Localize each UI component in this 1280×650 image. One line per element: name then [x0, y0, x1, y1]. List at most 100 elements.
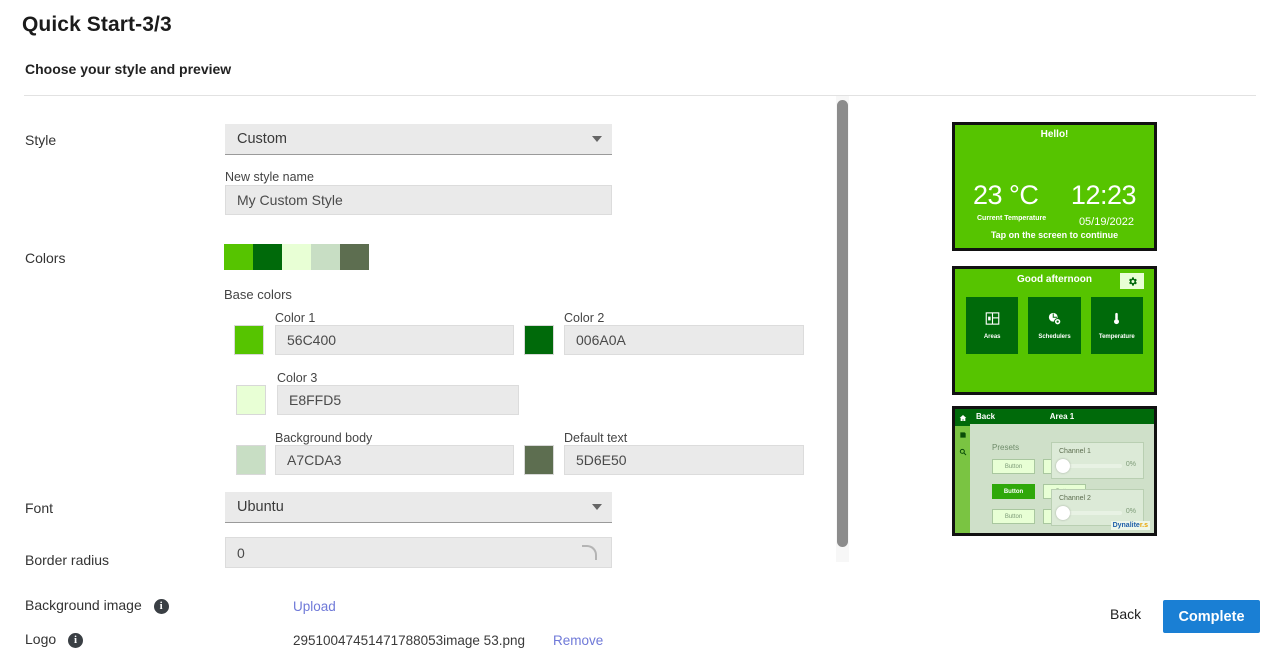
color-3-swatch[interactable] [236, 385, 266, 415]
color-2-swatch[interactable] [524, 325, 554, 355]
preview-preset-button[interactable]: Button [992, 509, 1035, 524]
background-image-label-text: Background image [25, 597, 142, 613]
default-text-value: 5D6E50 [576, 452, 795, 468]
complete-button[interactable]: Complete [1163, 600, 1260, 633]
border-radius-value: 0 [237, 545, 582, 561]
palette-swatch-1 [224, 244, 253, 270]
preview-slider-knob[interactable] [1056, 506, 1070, 520]
preview-settings-button[interactable] [1120, 273, 1144, 289]
preview-area-screen: Back Area 1 Presets Button Button Button… [952, 406, 1157, 536]
colors-label: Colors [25, 250, 65, 266]
page-title: Quick Start-3/3 [22, 13, 172, 37]
preview-tile-list: Areas Schedulers Temperature [966, 297, 1143, 354]
preview-tile-schedulers[interactable]: Schedulers [1028, 297, 1080, 354]
preview-slider-knob[interactable] [1056, 459, 1070, 473]
back-button[interactable]: Back [1110, 606, 1141, 622]
color-3-input[interactable]: E8FFD5 [277, 385, 519, 415]
preview-tile-label: Schedulers [1038, 334, 1070, 340]
background-image-label: Background image i [25, 597, 169, 614]
preview-area-topbar: Back Area 1 [970, 409, 1154, 424]
preview-presets-label: Presets [992, 443, 1019, 452]
preview-sidebar [955, 409, 970, 533]
home-icon[interactable] [955, 409, 970, 426]
brand-suffix: r.s [1140, 522, 1148, 529]
palette-swatch-2 [253, 244, 282, 270]
preview-channel-label: Channel 1 [1059, 448, 1091, 455]
chevron-down-icon [592, 136, 602, 142]
color-palette [224, 244, 369, 270]
loading-arc [0, 0, 14, 14]
logo-label-text: Logo [25, 631, 56, 647]
background-body-value: A7CDA3 [287, 452, 505, 468]
preview-time: 12:23 [1071, 180, 1136, 211]
remove-logo-link[interactable]: Remove [553, 633, 603, 648]
thermometer-icon [1109, 311, 1124, 331]
scrollbar-thumb[interactable] [837, 100, 848, 547]
info-icon[interactable]: i [154, 599, 169, 614]
preview-date: 05/19/2022 [1079, 216, 1134, 228]
palette-swatch-3 [282, 244, 311, 270]
preview-tile-areas[interactable]: Areas [966, 297, 1018, 354]
preview-tile-label: Areas [984, 334, 1001, 340]
background-body-input[interactable]: A7CDA3 [275, 445, 514, 475]
palette-swatch-4 [311, 244, 340, 270]
preview-preset-button-active[interactable]: Button [992, 484, 1035, 499]
palette-swatch-5 [340, 244, 369, 270]
preview-temperature-label: Current Temperature [977, 215, 1046, 222]
preview-channel-1: Channel 1 0% [1051, 442, 1144, 479]
preview-channel-value: 0% [1126, 508, 1136, 515]
default-text-swatch[interactable] [524, 445, 554, 475]
search-icon[interactable] [955, 443, 970, 460]
font-select-value: Ubuntu [237, 499, 592, 515]
info-icon[interactable]: i [68, 633, 83, 648]
new-style-name-input[interactable]: My Custom Style [225, 185, 612, 215]
font-select[interactable]: Ubuntu [225, 492, 612, 523]
chevron-down-icon [592, 504, 602, 510]
border-radius-input[interactable]: 0 [225, 537, 612, 568]
gear-icon [1127, 276, 1138, 287]
preview-brand-logo: Dynaliter.s [1111, 521, 1150, 530]
base-colors-label: Base colors [224, 287, 292, 302]
color-1-value: 56C400 [287, 332, 505, 348]
font-label: Font [25, 500, 53, 516]
header-divider [24, 95, 1256, 96]
scrollbar-track[interactable] [836, 96, 849, 562]
page-subtitle: Choose your style and preview [25, 61, 231, 77]
color-1-swatch[interactable] [234, 325, 264, 355]
logo-filename: 29510047451471788053image 53.png [293, 633, 525, 648]
default-text-label: Default text [564, 431, 627, 445]
color-3-value: E8FFD5 [289, 392, 510, 408]
new-style-name-label: New style name [225, 170, 314, 184]
areas-icon [985, 311, 1000, 331]
preview-channel-value: 0% [1126, 461, 1136, 468]
new-style-name-value: My Custom Style [237, 192, 603, 208]
logo-label: Logo i [25, 631, 83, 648]
preview-preset-button[interactable]: Button [992, 459, 1035, 474]
color-1-label: Color 1 [275, 311, 315, 325]
color-2-input[interactable]: 006A0A [564, 325, 804, 355]
color-2-value: 006A0A [576, 332, 795, 348]
border-radius-label: Border radius [25, 552, 109, 568]
color-1-input[interactable]: 56C400 [275, 325, 514, 355]
preview-temperature: 23 °C [973, 180, 1038, 211]
upload-link[interactable]: Upload [293, 599, 336, 614]
schedulers-icon [1047, 311, 1062, 331]
corner-radius-icon [582, 545, 597, 560]
save-icon[interactable] [955, 426, 970, 443]
style-form: Style Custom New style name My Custom St… [0, 100, 840, 570]
preview-welcome-screen: Hello! 23 °C Current Temperature 12:23 0… [952, 122, 1157, 251]
color-3-label: Color 3 [277, 371, 317, 385]
brand-name: Dynalite [1113, 522, 1140, 529]
style-select-value: Custom [237, 131, 592, 147]
default-text-input[interactable]: 5D6E50 [564, 445, 804, 475]
background-body-label: Background body [275, 431, 372, 445]
style-label: Style [25, 132, 56, 148]
preview-footer-hint: Tap on the screen to continue [955, 230, 1154, 240]
preview-tile-label: Temperature [1099, 334, 1135, 340]
preview-tile-temperature[interactable]: Temperature [1091, 297, 1143, 354]
preview-channel-label: Channel 2 [1059, 495, 1091, 502]
preview-area-title: Area 1 [970, 412, 1154, 421]
background-body-swatch[interactable] [236, 445, 266, 475]
style-select[interactable]: Custom [225, 124, 612, 155]
preview-home-screen: Good afternoon Areas [952, 266, 1157, 395]
